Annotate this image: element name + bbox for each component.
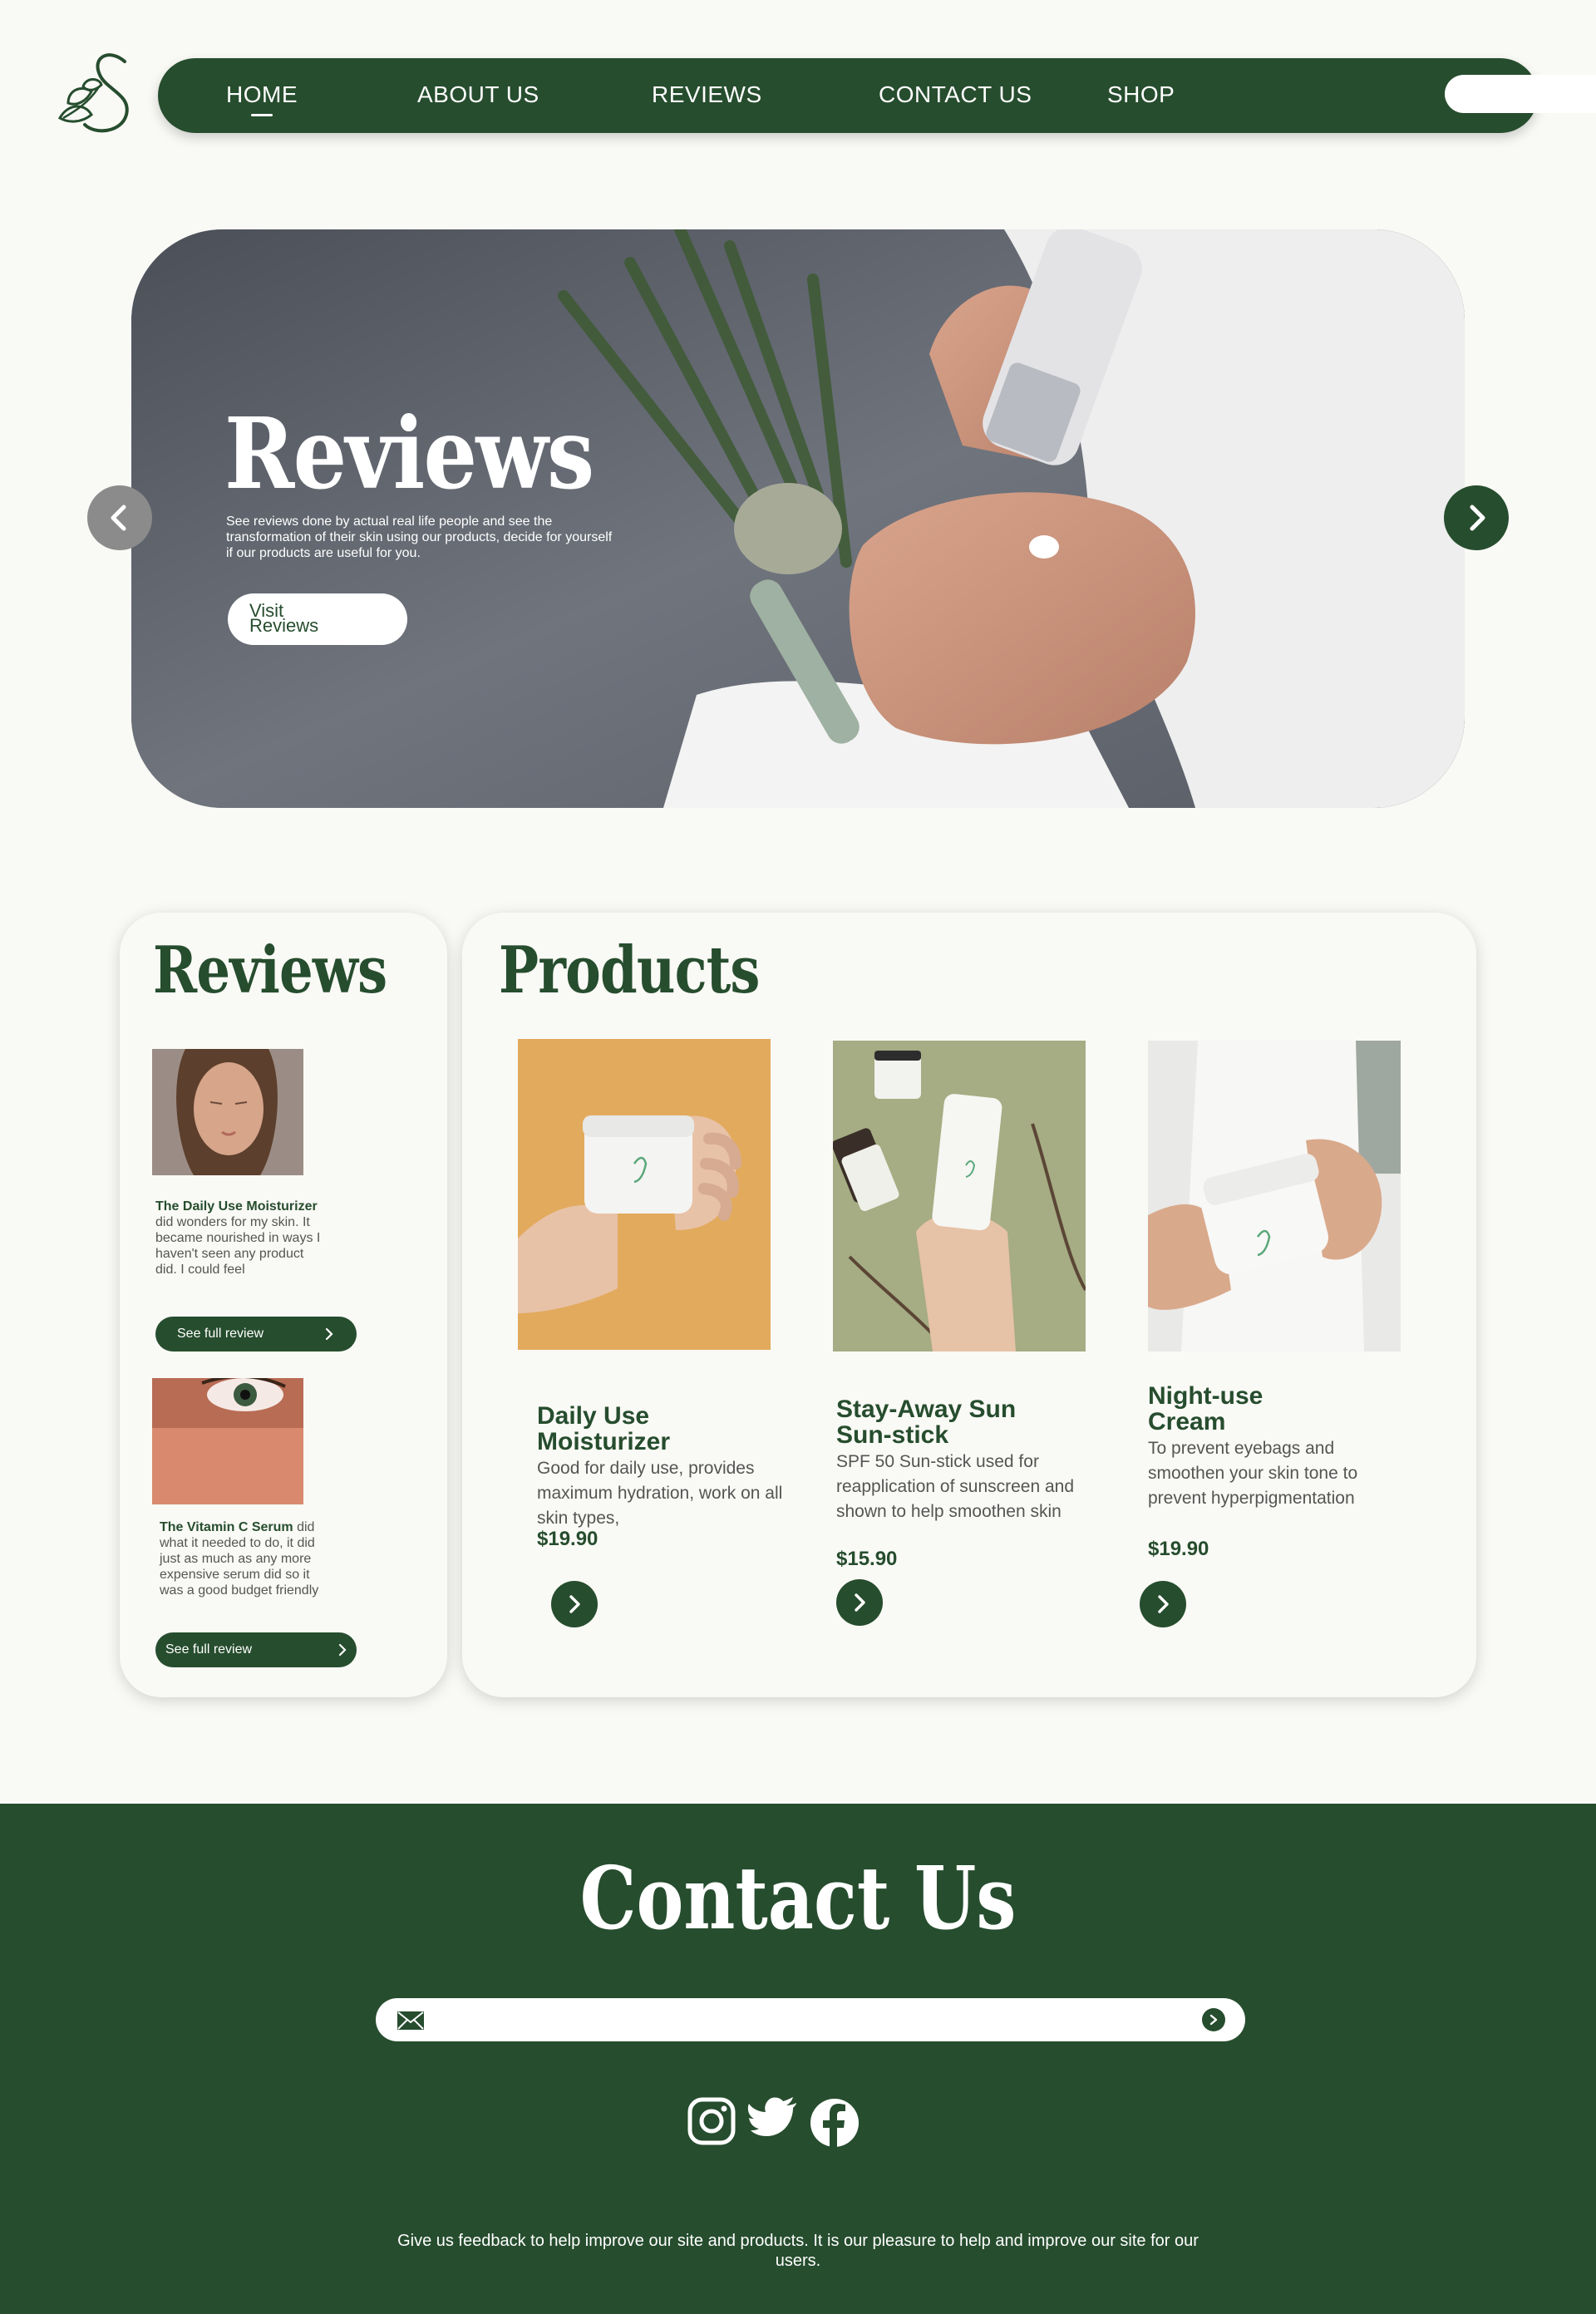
product-image-1 (518, 1039, 771, 1350)
review-image-1 (152, 1049, 303, 1175)
hero-banner: Reviews See reviews done by actual real … (131, 229, 1465, 808)
chevron-right-icon (1470, 505, 1485, 531)
chevron-right-icon (338, 1643, 347, 1657)
product-price-2: $15.90 (836, 1548, 898, 1570)
see-full-review-label-1: See full review (177, 1327, 264, 1341)
product-name-2: Stay-Away Sun Sun-stick (836, 1396, 1017, 1449)
review-product-2: The Vitamin C Serum (160, 1520, 293, 1534)
nav-home[interactable]: HOME (226, 81, 298, 116)
chevron-left-icon (111, 505, 126, 531)
see-full-review-label-2: See full review (165, 1642, 253, 1657)
product-open-button-3[interactable] (1140, 1581, 1186, 1627)
feedback-text: Give us feedback to help improve our sit… (397, 2232, 1199, 2270)
product-desc-1: Good for daily use, provides maximum hyd… (537, 1459, 783, 1528)
reviews-card: Reviews The Daily Use Moisturizer did wo… (120, 913, 447, 1697)
products-title: Products (499, 933, 760, 1008)
product-open-button-1[interactable] (551, 1581, 598, 1627)
email-subscribe-box (376, 1998, 1245, 2041)
email-input[interactable] (434, 2005, 1165, 2035)
product-price-1: $19.90 (537, 1528, 598, 1550)
twitter-icon[interactable] (746, 2091, 800, 2144)
see-full-review-button-1[interactable]: See full review (155, 1317, 357, 1351)
mail-icon (397, 2011, 424, 2030)
logo[interactable] (52, 48, 141, 138)
footer: Contact Us Give us feedback to help impr… (0, 1804, 1596, 2314)
carousel-prev-button[interactable] (87, 485, 152, 550)
review-text-2: The Vitamin C Serum did what it needed t… (160, 1519, 334, 1598)
chevron-right-icon (1209, 2014, 1218, 2026)
nav-reviews[interactable]: REVIEWS (652, 81, 762, 108)
product-price-3: $19.90 (1148, 1538, 1209, 1560)
chevron-right-icon (855, 1593, 865, 1612)
instagram-icon[interactable] (685, 2095, 738, 2148)
reviews-title: Reviews (153, 933, 387, 1008)
products-card: Products Daily Use Moisturizer Good for … (462, 913, 1476, 1697)
email-submit-button[interactable] (1202, 2008, 1225, 2031)
product-desc-2: SPF 50 Sun-stick used for reapplication … (836, 1452, 1075, 1521)
nav-shop[interactable]: SHOP (1107, 81, 1175, 108)
product-name-3: Night-use Cream (1148, 1382, 1264, 1435)
review-image-2 (152, 1378, 303, 1504)
facebook-icon[interactable] (808, 2096, 861, 2149)
chevron-right-icon (1158, 1595, 1169, 1613)
carousel-next-button[interactable] (1444, 485, 1509, 550)
hero-description: See reviews done by actual real life peo… (226, 514, 613, 560)
product-image-2 (833, 1041, 1086, 1351)
review-text-1: The Daily Use Moisturizer did wonders fo… (155, 1199, 322, 1278)
visit-reviews-button[interactable]: Visit Reviews (228, 593, 407, 645)
nav-about-us[interactable]: ABOUT US (417, 81, 539, 108)
visit-reviews-label-2: Reviews (249, 615, 319, 636)
product-open-button-2[interactable] (836, 1579, 883, 1626)
chevron-right-icon (569, 1595, 580, 1613)
nav-contact-us[interactable]: CONTACT US (879, 81, 1032, 108)
product-name-1: Daily Use Moisturizer (537, 1402, 671, 1455)
review-product-1: The Daily Use Moisturizer (155, 1199, 318, 1214)
hero-title: Reviews (224, 396, 594, 511)
see-full-review-button-2[interactable]: See full review (155, 1632, 357, 1667)
nav-bar: HOME ABOUT US REVIEWS CONTACT US SHOP (158, 58, 1596, 133)
product-desc-3: To prevent eyebags and smoothen your ski… (1148, 1439, 1358, 1508)
review-body-1: did wonders for my skin. It became nouri… (155, 1215, 321, 1277)
contact-us-title: Contact Us (579, 1847, 1017, 1949)
chevron-right-icon (325, 1327, 333, 1341)
search-input[interactable] (1445, 75, 1596, 113)
product-image-3 (1148, 1041, 1401, 1351)
